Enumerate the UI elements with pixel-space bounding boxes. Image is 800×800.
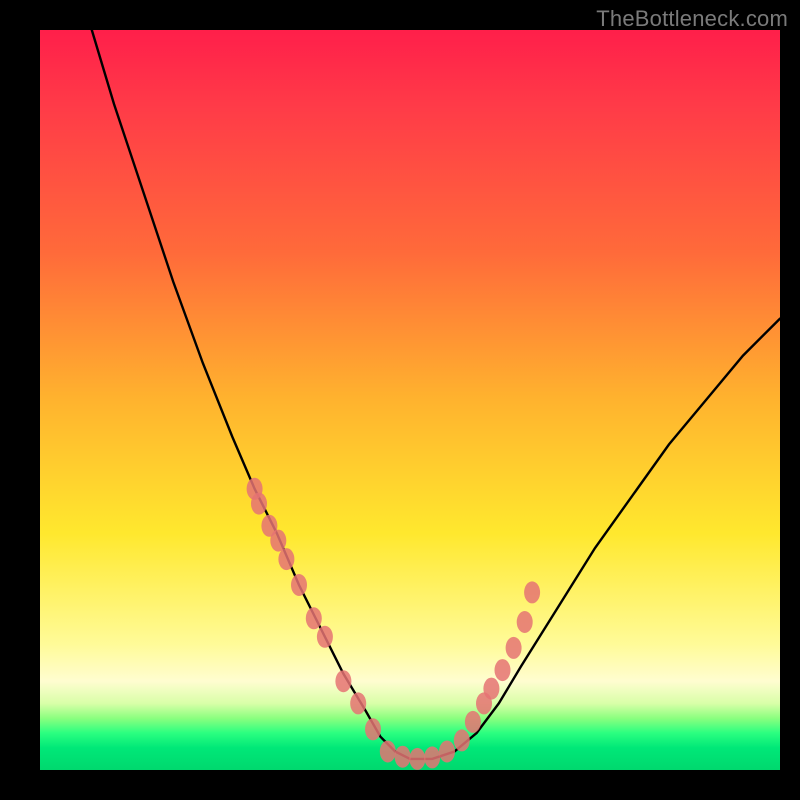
- marker-dot: [278, 548, 294, 570]
- marker-dot: [270, 530, 286, 552]
- outer-frame: TheBottleneck.com: [0, 0, 800, 800]
- marker-dot: [335, 670, 351, 692]
- watermark-text: TheBottleneck.com: [596, 6, 788, 32]
- marker-dot: [395, 746, 411, 768]
- marker-dot: [380, 741, 396, 763]
- marker-dot: [365, 718, 381, 740]
- marker-dot: [439, 741, 455, 763]
- marker-dot: [317, 626, 333, 648]
- marker-dot: [409, 748, 425, 770]
- marker-dot: [350, 692, 366, 714]
- marker-dot: [424, 746, 440, 768]
- marker-dot: [517, 611, 533, 633]
- highlight-markers: [247, 478, 540, 770]
- marker-dot: [251, 493, 267, 515]
- chart-svg: [40, 30, 780, 770]
- marker-dot: [306, 607, 322, 629]
- marker-dot: [524, 581, 540, 603]
- plot-area: [40, 30, 780, 770]
- bottleneck-curve-path: [92, 30, 780, 759]
- marker-dot: [506, 637, 522, 659]
- marker-dot: [454, 729, 470, 751]
- marker-dot: [483, 678, 499, 700]
- marker-dot: [465, 711, 481, 733]
- marker-dot: [495, 659, 511, 681]
- marker-dot: [291, 574, 307, 596]
